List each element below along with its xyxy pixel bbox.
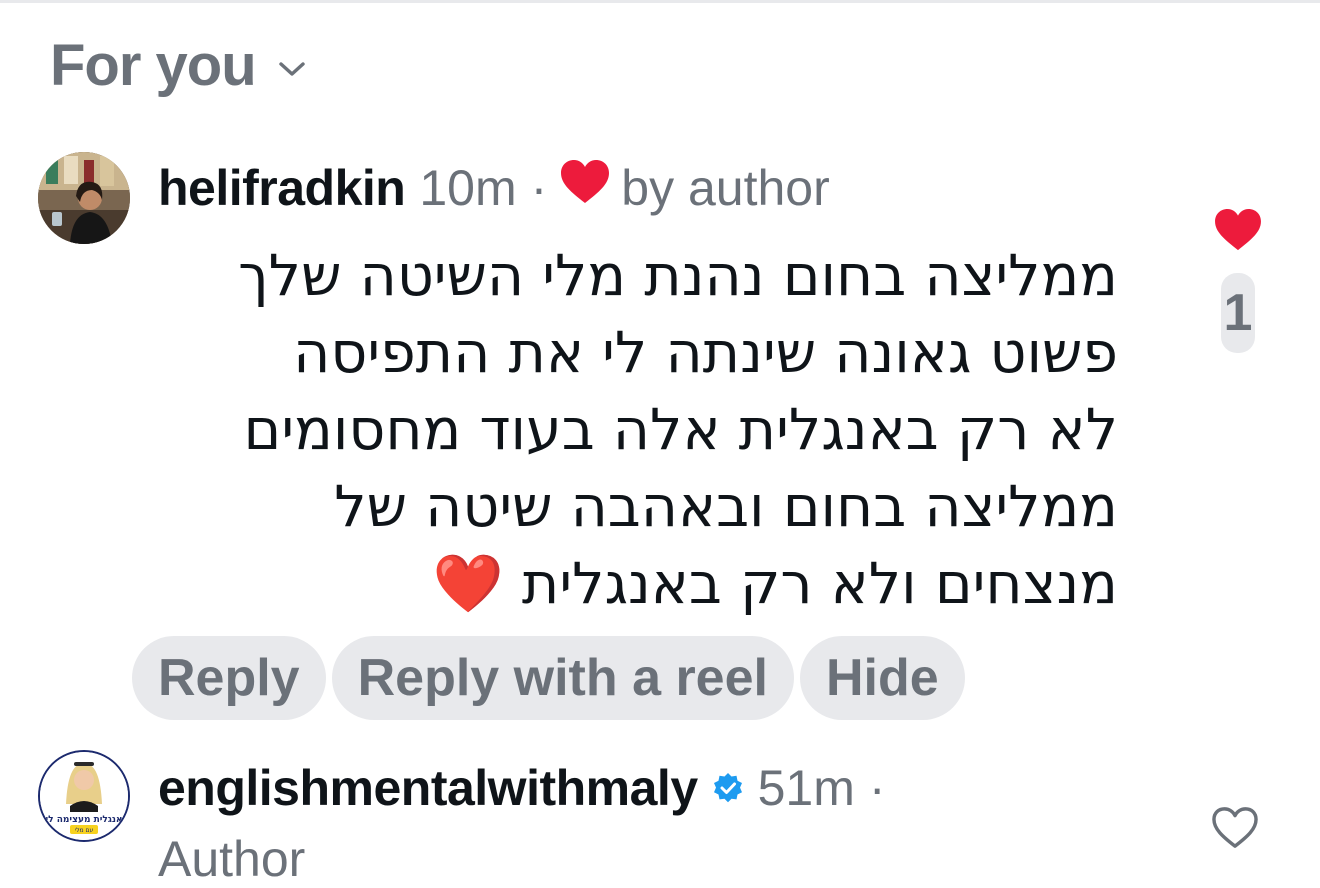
chevron-down-icon [278,60,306,78]
verified-badge-icon [712,772,744,804]
heart-filled-icon[interactable] [1213,208,1263,257]
comment-meta: englishmentalwithmaly 51m · [158,758,898,818]
top-divider [0,0,1320,3]
comment-text: ממליצה בחום נהנת מלי השיטה שלך פשוט גאונ… [158,238,1118,623]
comment-username[interactable]: helifradkin [158,159,406,217]
feed-filter-label: For you [50,32,257,98]
comment-time: 10m [419,160,517,216]
reply-button[interactable]: Reply [132,636,326,720]
comment-text-line: מנצחים ולא רק באנגלית ❤️ [432,551,1118,617]
comment-text-line: ממליצה בחום ובאהבה שיטה של [334,474,1118,540]
comment-username[interactable]: englishmentalwithmaly [158,759,698,817]
liked-by-author-label: by author [621,160,830,216]
comment-text-line: לא רק באנגלית אלה בעוד מחסומים [243,397,1118,463]
comment-meta: helifradkin 10m · by author [158,158,830,218]
separator-dot: · [868,760,886,816]
avatar-logo-text: אנגלית מעצימה לי [46,815,123,825]
avatar[interactable]: אנגלית מעצימה לי עם מלי [38,750,130,842]
comment-time: 51m [757,760,855,816]
avatar-logo-subtext: עם מלי [75,827,94,834]
like-count[interactable]: 1 [1221,273,1255,353]
separator-dot: · [530,160,548,216]
author-label: Author [158,831,306,887]
heart-outline-icon[interactable] [1210,806,1260,855]
avatar[interactable] [38,152,130,244]
comment-text-line: ממליצה בחום נהנת מלי השיטה שלך [238,243,1118,309]
heart-filled-icon [559,159,611,217]
comment-like-control: 1 [1210,208,1266,353]
feed-filter-dropdown[interactable]: For you [50,30,306,100]
reply-with-reel-button[interactable]: Reply with a reel [331,636,794,720]
comments-page: For you helifradkin 10m · by author ממלי… [0,0,1320,888]
comment-actions: Reply Reply with a reel Hide [132,636,965,720]
hide-button[interactable]: Hide [799,636,965,720]
comment-text-line: פשוט גאונה שינתה לי את התפיסה [293,320,1118,386]
